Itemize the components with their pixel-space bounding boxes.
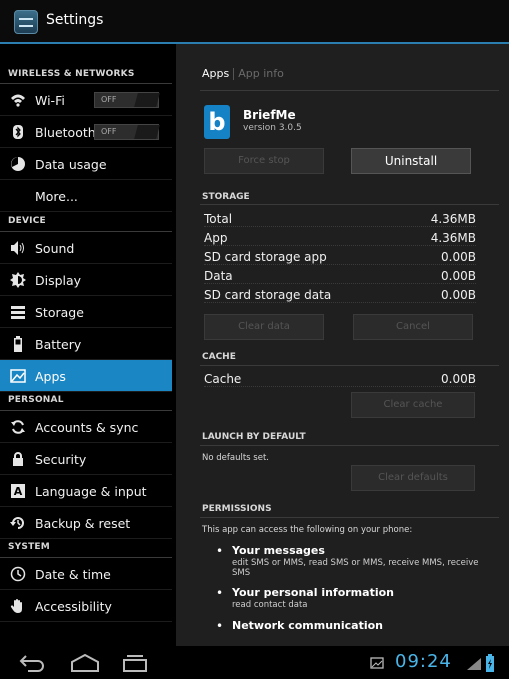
sidebar-item-accounts[interactable]: Accounts & sync xyxy=(0,411,172,443)
sidebar-item-storage[interactable]: Storage xyxy=(0,296,172,328)
storage-icon xyxy=(10,304,26,320)
sidebar-item-more[interactable]: More... xyxy=(0,180,172,212)
signal-icon xyxy=(467,658,481,670)
storage-header: STORAGE xyxy=(202,192,250,202)
keyboard-a-icon: A xyxy=(10,483,26,499)
status-clock[interactable]: 09:24 xyxy=(395,651,452,672)
action-bar: Settings xyxy=(0,0,509,44)
divider xyxy=(200,90,499,91)
bluetooth-toggle-label: OFF xyxy=(101,127,117,136)
sidebar-item-datetime[interactable]: Date & time xyxy=(0,558,172,590)
sidebar-item-backup[interactable]: Backup & reset xyxy=(0,507,172,539)
clear-defaults-button[interactable]: Clear defaults xyxy=(351,465,475,491)
bluetooth-toggle[interactable]: OFF xyxy=(94,124,159,140)
sidebar-item-apps[interactable]: Apps xyxy=(0,360,172,392)
sidebar-item-label: Language & input xyxy=(35,484,147,499)
bullet-icon: • xyxy=(216,586,224,600)
data-usage-icon xyxy=(10,156,26,172)
storage-row-app: App 4.36MB xyxy=(204,231,476,246)
sidebar-item-data-usage[interactable]: Data usage xyxy=(0,148,172,180)
sidebar-item-label: Security xyxy=(35,452,87,467)
sidebar-item-label: Sound xyxy=(35,241,75,256)
sidebar-item-label: Accessibility xyxy=(35,599,112,614)
clear-data-button[interactable]: Clear data xyxy=(204,314,324,340)
storage-row-total: Total 4.36MB xyxy=(204,212,476,227)
sidebar-item-display[interactable]: Display xyxy=(0,264,172,296)
sidebar-item-wifi[interactable]: Wi-Fi OFF xyxy=(0,84,172,116)
battery-charging-icon xyxy=(486,654,494,672)
gallery-notification-icon[interactable] xyxy=(370,657,384,669)
battery-icon xyxy=(10,336,26,352)
section-header-device: DEVICE xyxy=(0,212,172,232)
home-button-icon[interactable] xyxy=(70,653,100,673)
sidebar-item-bluetooth[interactable]: Bluetooth OFF xyxy=(0,116,172,148)
sidebar-item-label: Date & time xyxy=(35,567,111,582)
bluetooth-icon xyxy=(10,124,26,140)
divider xyxy=(200,445,499,446)
sidebar-item-label: Data usage xyxy=(35,157,107,172)
app-icon: b xyxy=(204,105,230,139)
clock-icon xyxy=(10,566,26,582)
sidebar-item-label: Wi-Fi xyxy=(35,93,65,108)
permissions-intro: This app can access the following on you… xyxy=(202,525,413,535)
bullet-icon: • xyxy=(216,619,224,633)
app-name: BriefMe xyxy=(243,108,296,122)
sidebar-item-label: Display xyxy=(35,273,82,288)
backup-restore-icon xyxy=(10,515,26,531)
back-button-icon[interactable] xyxy=(18,653,46,673)
sidebar-item-label: Backup & reset xyxy=(35,516,131,531)
divider xyxy=(200,365,499,366)
clear-cache-button[interactable]: Clear cache xyxy=(351,392,475,418)
recent-apps-button-icon[interactable] xyxy=(122,653,148,673)
sidebar-item-security[interactable]: Security xyxy=(0,443,172,475)
section-header-wireless: WIRELESS & NETWORKS xyxy=(0,44,172,84)
sidebar-item-language[interactable]: A Language & input xyxy=(0,475,172,507)
force-stop-button[interactable]: Force stop xyxy=(204,148,324,174)
sidebar-item-accessibility[interactable]: Accessibility xyxy=(0,590,172,622)
wifi-icon xyxy=(10,92,26,108)
lock-icon xyxy=(10,451,26,467)
sidebar-item-sound[interactable]: Sound xyxy=(0,232,172,264)
page-title: Settings xyxy=(46,12,104,28)
permissions-header: PERMISSIONS xyxy=(202,504,272,514)
storage-row-sd-app: SD card storage app 0.00B xyxy=(204,250,476,265)
cache-header: CACHE xyxy=(202,352,236,362)
no-defaults-text: No defaults set. xyxy=(202,453,269,463)
cancel-button[interactable]: Cancel xyxy=(353,314,473,340)
divider xyxy=(200,204,499,205)
sidebar-item-label: Apps xyxy=(35,369,66,384)
section-header-system: SYSTEM xyxy=(0,539,172,558)
hand-icon xyxy=(10,598,26,614)
sidebar-item-label: Accounts & sync xyxy=(35,420,139,435)
storage-row-data: Data 0.00B xyxy=(204,269,476,284)
section-header-personal: PERSONAL xyxy=(0,392,172,411)
storage-row-sd-data: SD card storage data 0.00B xyxy=(204,288,476,303)
launch-default-header: LAUNCH BY DEFAULT xyxy=(202,432,306,442)
uninstall-button[interactable]: Uninstall xyxy=(351,148,471,174)
sidebar-item-label: Bluetooth xyxy=(35,125,96,140)
cache-row: Cache 0.00B xyxy=(204,372,476,387)
wifi-toggle[interactable]: OFF xyxy=(94,92,159,108)
svg-text:A: A xyxy=(14,485,23,498)
brightness-icon xyxy=(10,272,26,288)
sync-icon xyxy=(10,419,26,435)
breadcrumb-apps[interactable]: Apps xyxy=(202,67,229,80)
wifi-toggle-label: OFF xyxy=(101,95,117,104)
app-info-panel: Apps App info b BriefMe version 3.0.5 For… xyxy=(176,44,509,646)
app-version: version 3.0.5 xyxy=(243,123,302,133)
settings-sidebar: WIRELESS & NETWORKS Wi-Fi OFF Bluetooth … xyxy=(0,44,172,646)
apps-icon xyxy=(10,368,26,384)
sidebar-item-label: Battery xyxy=(35,337,82,352)
bullet-icon: • xyxy=(216,544,224,558)
breadcrumb-app-info: App info xyxy=(238,67,284,80)
divider xyxy=(200,517,499,518)
sidebar-item-label: Storage xyxy=(35,305,84,320)
settings-app-icon[interactable] xyxy=(14,10,38,34)
breadcrumb: Apps App info xyxy=(202,67,284,80)
sidebar-item-battery[interactable]: Battery xyxy=(0,328,172,360)
sidebar-item-label: More... xyxy=(35,189,78,204)
speaker-icon xyxy=(10,240,26,256)
